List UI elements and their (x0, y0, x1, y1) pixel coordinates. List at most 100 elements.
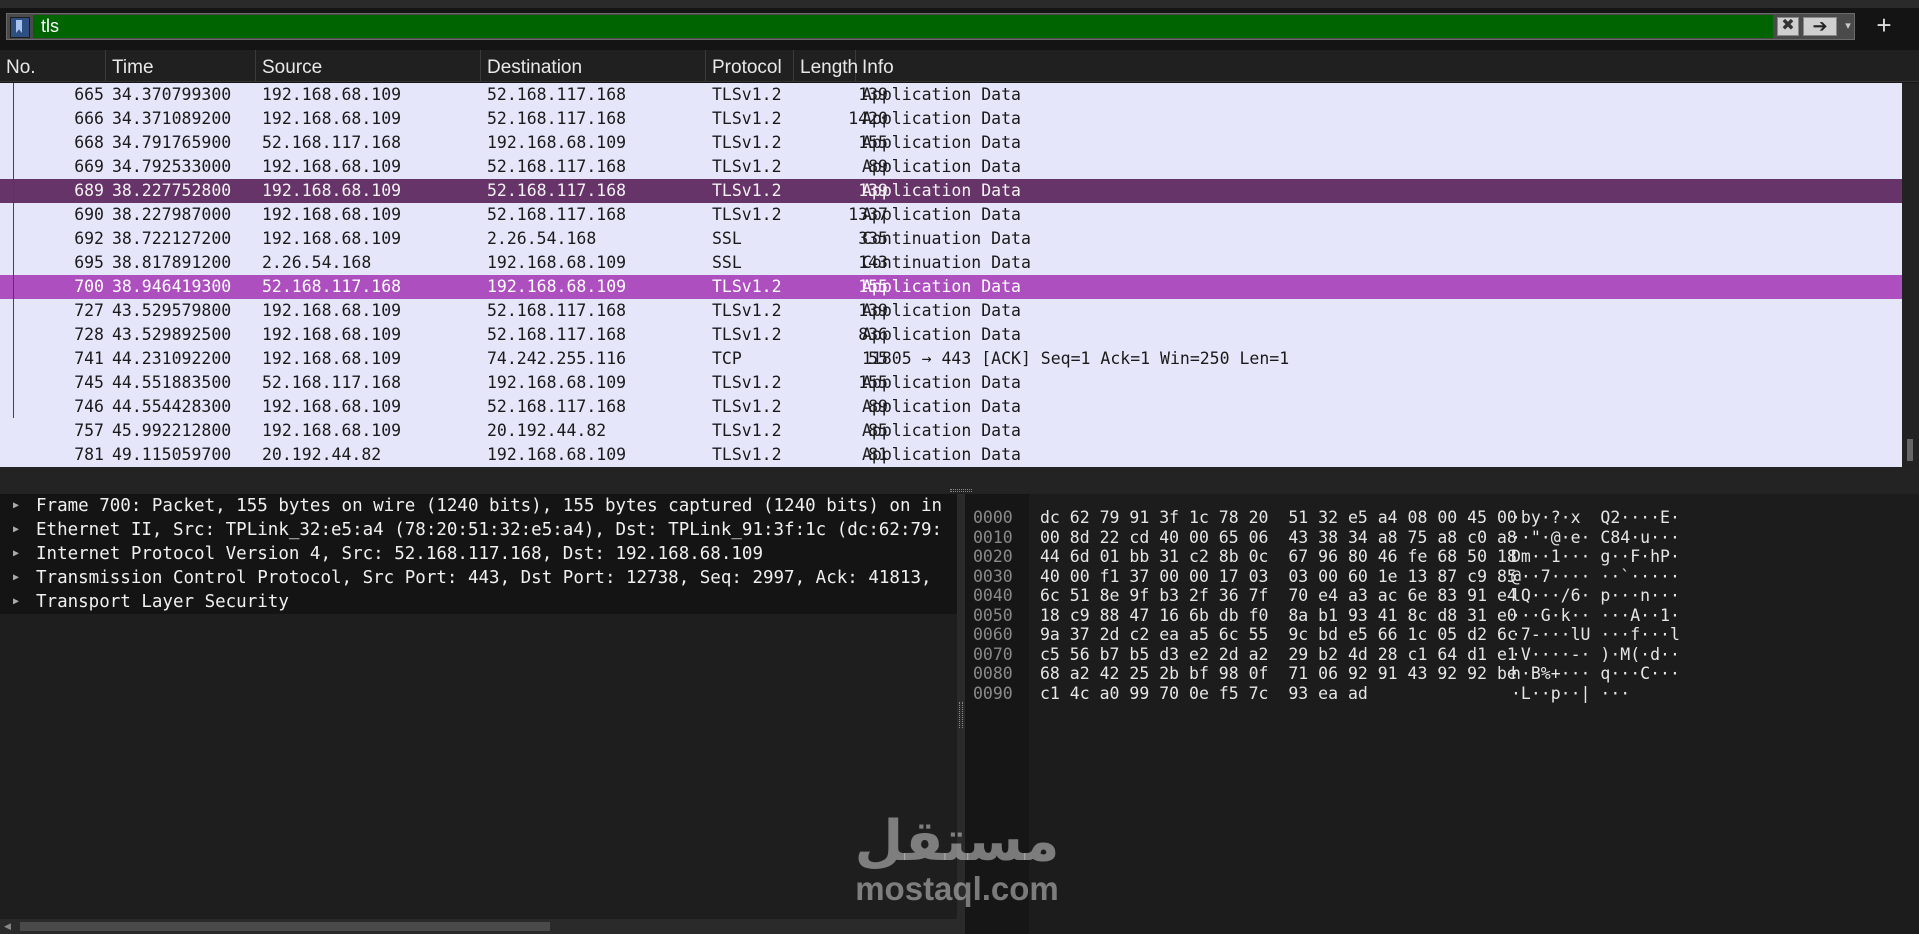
scrollbar-thumb[interactable] (1907, 439, 1913, 461)
byte-offset: 0090 (973, 683, 1013, 703)
packet-protocol: TLSv1.2 (712, 181, 782, 200)
packet-time: 38.722127200 (112, 229, 232, 248)
packet-row[interactable]: 700 38.946419300 52.168.117.168 192.168.68.… (0, 275, 1902, 299)
packet-time: 44.231092200 (112, 349, 232, 368)
column-header-source[interactable]: Source (256, 50, 481, 81)
packet-protocol: TCP (712, 349, 742, 368)
packet-number: 669 (74, 157, 104, 176)
display-filter-toolbar: tls ✖ ➔ ▾ + (0, 0, 1919, 50)
detail-label: Frame 700: Packet, 155 bytes on wire (12… (36, 496, 943, 516)
packet-source: 52.168.117.168 (262, 277, 402, 296)
packet-row[interactable]: 690 38.227987000 192.168.68.109 52.168.117.… (0, 203, 1902, 227)
packet-row[interactable]: 728 43.529892500 192.168.68.109 52.168.117.… (0, 323, 1902, 347)
packet-info: Application Data (862, 301, 1021, 320)
packet-bytes-pane: 0000 dc 62 79 91 3f 1c 78 20 51 32 e5 a4 … (965, 494, 1919, 934)
packet-source: 192.168.68.109 (262, 397, 402, 416)
packet-source: 192.168.68.109 (262, 421, 402, 440)
clear-filter-icon[interactable]: ✖ (1777, 17, 1799, 36)
packet-source: 2.26.54.168 (262, 253, 372, 272)
packet-destination: 192.168.68.109 (487, 277, 627, 296)
packet-time: 45.992212800 (112, 421, 232, 440)
packet-row[interactable]: 757 45.992212800 192.168.68.109 20.192.44.8… (0, 419, 1902, 443)
packet-row[interactable]: 727 43.529579800 192.168.68.109 52.168.117.… (0, 299, 1902, 323)
column-header-info[interactable]: Info (856, 50, 1919, 81)
expand-arrow-icon[interactable]: ▶ (13, 590, 19, 614)
packet-protocol: TLSv1.2 (712, 157, 782, 176)
packet-row[interactable]: 668 34.791765900 52.168.117.168 192.168.68.… (0, 131, 1902, 155)
packet-source: 192.168.68.109 (262, 181, 402, 200)
expand-arrow-icon[interactable]: ▶ (13, 518, 19, 542)
detail-tree-item[interactable]: ▶ Frame 700: Packet, 155 bytes on wire (1… (0, 494, 957, 518)
packet-row[interactable]: 745 44.551883500 52.168.117.168 192.168.68.… (0, 371, 1902, 395)
display-filter-input[interactable]: tls (33, 15, 1773, 38)
detail-label: Internet Protocol Version 4, Src: 52.168… (36, 544, 763, 564)
expand-arrow-icon[interactable]: ▶ (13, 566, 19, 590)
column-header-protocol[interactable]: Protocol (706, 50, 794, 81)
packet-row[interactable]: 695 38.817891200 2.26.54.168 192.168.68.109… (0, 251, 1902, 275)
packet-time: 49.115059700 (112, 445, 232, 464)
pane-splitter[interactable] (0, 467, 1919, 494)
column-header-no[interactable]: No. (0, 50, 106, 81)
packet-protocol: SSL (712, 253, 742, 272)
packet-row[interactable]: 741 44.231092200 192.168.68.109 74.242.255.… (0, 347, 1902, 371)
byte-hex: c1 4c a0 99 70 0e f5 7c 93 ea ad (1040, 683, 1368, 703)
detail-label: Transport Layer Security (36, 592, 289, 612)
packet-source: 192.168.68.109 (262, 205, 402, 224)
packet-row[interactable]: 746 44.554428300 192.168.68.109 52.168.117.… (0, 395, 1902, 419)
watermark-logo: مستقل mostaql.com (822, 812, 1092, 906)
packet-time: 44.551883500 (112, 373, 232, 392)
packet-destination: 192.168.68.109 (487, 253, 627, 272)
packet-protocol: TLSv1.2 (712, 133, 782, 152)
packet-info: Application Data (862, 397, 1021, 416)
packet-number: 665 (74, 85, 104, 104)
packet-time: 38.227987000 (112, 205, 232, 224)
packet-source: 192.168.68.109 (262, 301, 402, 320)
packet-row[interactable]: 692 38.722127200 192.168.68.109 2.26.54.168… (0, 227, 1902, 251)
packet-row[interactable]: 781 49.115059700 20.192.44.82 192.168.68.10… (0, 443, 1902, 467)
packet-list-scrollbar[interactable] (1902, 83, 1919, 467)
filter-bookmark-icon[interactable] (10, 17, 30, 38)
column-header-time[interactable]: Time (106, 50, 256, 81)
packet-destination: 192.168.68.109 (487, 445, 627, 464)
column-header-length[interactable]: Length (794, 50, 858, 81)
detail-label: Transmission Control Protocol, Src Port:… (36, 568, 932, 588)
detail-tree-item[interactable]: ▶ Transmission Control Protocol, Src Port… (0, 566, 957, 590)
packet-destination: 20.192.44.82 (487, 421, 607, 440)
detail-tree-item[interactable]: ▶ Internet Protocol Version 4, Src: 52.16… (0, 542, 957, 566)
expand-arrow-icon[interactable]: ▶ (13, 542, 19, 566)
packet-row[interactable]: 689 38.227752800 192.168.68.109 52.168.117.… (0, 179, 1902, 203)
add-filter-button-plus-icon[interactable]: + (1870, 11, 1898, 39)
packet-info: Application Data (862, 373, 1021, 392)
packet-details-pane: ▶ Frame 700: Packet, 155 bytes on wire (1… (0, 494, 957, 919)
packet-row[interactable]: 665 34.370799300 192.168.68.109 52.168.117.… (0, 83, 1902, 107)
packet-source: 192.168.68.109 (262, 85, 402, 104)
packet-info: Application Data (862, 109, 1021, 128)
detail-tree-item[interactable]: ▶ Transport Layer Security (0, 590, 957, 614)
splitter-grip-icon[interactable] (959, 702, 963, 728)
packet-time: 44.554428300 (112, 397, 232, 416)
filter-history-dropdown-icon[interactable]: ▾ (1841, 17, 1855, 36)
scrollbar-thumb[interactable] (20, 922, 550, 931)
packet-info: Application Data (862, 157, 1021, 176)
packet-destination: 52.168.117.168 (487, 157, 627, 176)
packet-destination: 192.168.68.109 (487, 133, 627, 152)
packet-protocol: TLSv1.2 (712, 445, 782, 464)
packet-protocol: TLSv1.2 (712, 421, 782, 440)
expand-arrow-icon[interactable]: ▶ (13, 494, 19, 518)
details-horizontal-scrollbar[interactable]: ◀ (0, 919, 957, 934)
splitter-grip-icon[interactable] (950, 489, 972, 492)
packet-protocol: TLSv1.2 (712, 85, 782, 104)
detail-tree-item[interactable]: ▶ Ethernet II, Src: TPLink_32:e5:a4 (78:2… (0, 518, 957, 542)
packet-time: 34.370799300 (112, 85, 232, 104)
apply-filter-arrow-icon[interactable]: ➔ (1803, 17, 1837, 36)
packet-number: 745 (74, 373, 104, 392)
packet-row[interactable]: 669 34.792533000 192.168.68.109 52.168.117.… (0, 155, 1902, 179)
conversation-line (13, 83, 14, 418)
packet-time: 34.371089200 (112, 109, 232, 128)
packet-protocol: TLSv1.2 (712, 109, 782, 128)
column-header-destination[interactable]: Destination (481, 50, 706, 81)
packet-info: Application Data (862, 325, 1021, 344)
packet-protocol: TLSv1.2 (712, 373, 782, 392)
scroll-left-arrow-icon[interactable]: ◀ (4, 921, 11, 932)
packet-row[interactable]: 666 34.371089200 192.168.68.109 52.168.117.… (0, 107, 1902, 131)
